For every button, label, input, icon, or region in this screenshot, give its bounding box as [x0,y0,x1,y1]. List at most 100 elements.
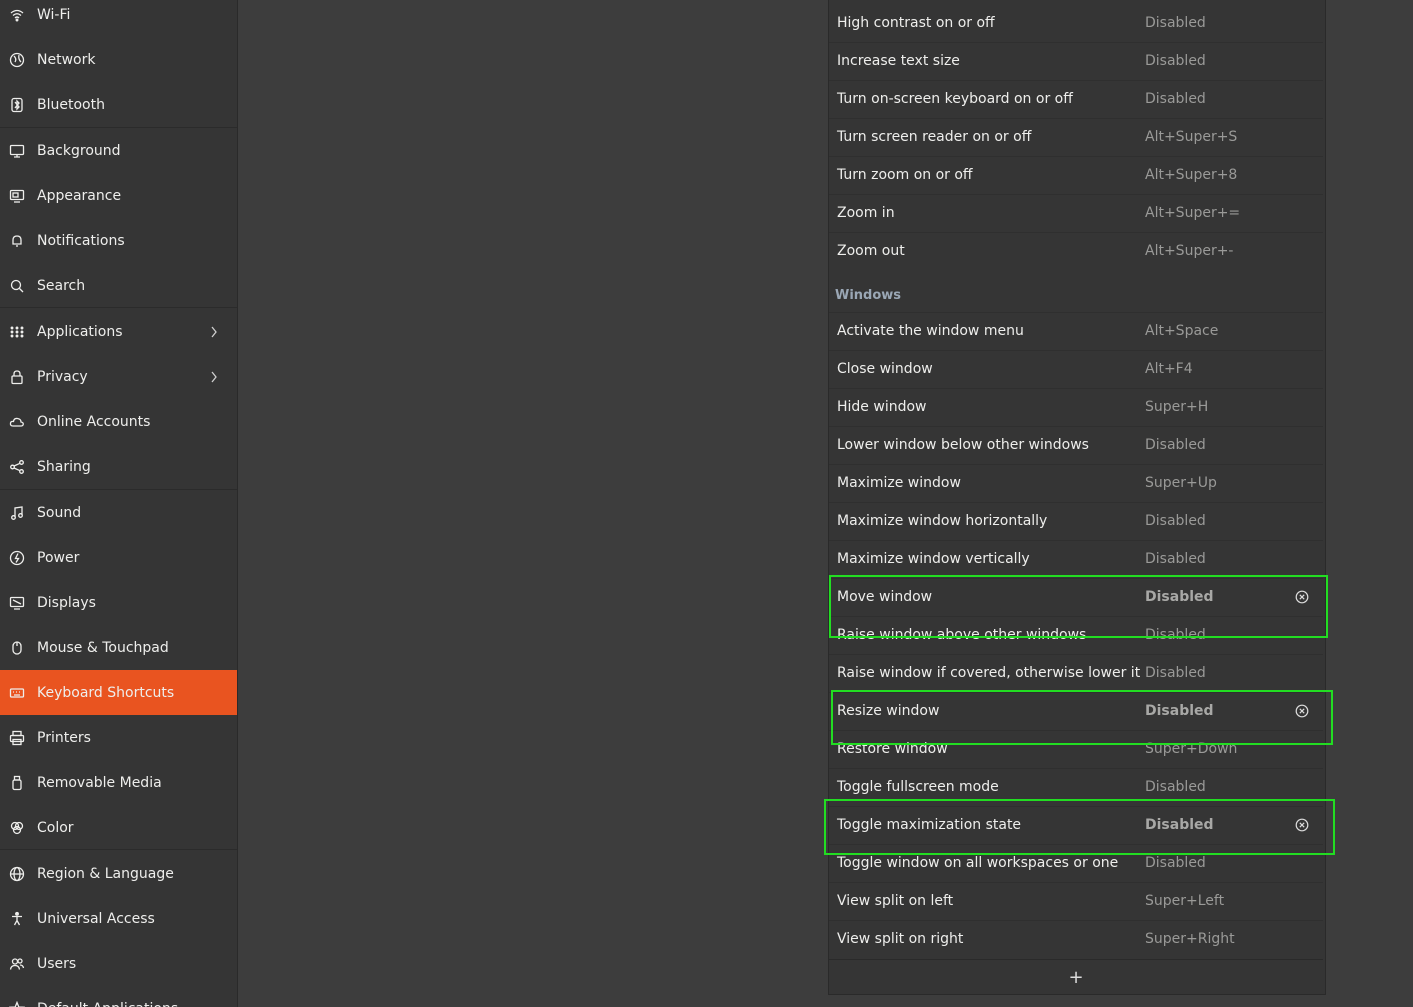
power-icon [8,549,26,567]
sidebar-item-background[interactable]: Background [0,128,237,173]
shortcut-row[interactable]: View split on left Super+Left [828,882,1324,920]
row-separator [829,232,1323,233]
sidebar-item-label: Network [37,51,96,68]
shortcut-accelerator: Alt+Space [1145,323,1219,339]
shortcut-name: View split on left [837,893,954,909]
shortcut-accelerator: Alt+Super+8 [1145,167,1238,183]
shortcut-row[interactable]: Move window Disabled [828,578,1324,616]
row-separator [829,118,1323,119]
sidebar-item-appearance[interactable]: Appearance [0,173,237,218]
row-separator [829,920,1323,921]
shortcut-row[interactable]: Hide window Super+H [828,388,1324,426]
row-separator [829,426,1323,427]
globe-icon [8,865,26,883]
shortcut-name: Move window [837,589,933,605]
sidebar-item-search[interactable]: Search [0,263,237,308]
row-separator [829,42,1323,43]
sidebar-item-network[interactable]: Network [0,37,237,82]
shortcut-name: Close window [837,361,933,377]
sidebar-item-label: Mouse & Touchpad [37,639,169,656]
row-separator [829,692,1323,693]
sidebar-item-label: Search [37,277,86,294]
sidebar-item-label: Universal Access [37,910,155,927]
sidebar-item-label: Wi-Fi [37,6,71,23]
shortcut-row[interactable]: High contrast on or off Disabled [828,4,1324,42]
shortcut-row[interactable]: Toggle fullscreen mode Disabled [828,768,1324,806]
chevron-right-icon [209,369,221,385]
sidebar-item-printers[interactable]: Printers [0,715,237,760]
shortcut-row[interactable]: Maximize window Super+Up [828,464,1324,502]
shortcut-row[interactable]: Toggle maximization state Disabled [828,806,1324,844]
sidebar-item-power[interactable]: Power [0,535,237,580]
sidebar-item-sharing[interactable]: Sharing [0,444,237,489]
sidebar-item-sound[interactable]: Sound [0,490,237,535]
sidebar-item-notifications[interactable]: Notifications [0,218,237,263]
shortcut-name: Zoom out [837,243,905,259]
row-separator [829,730,1323,731]
row-separator [829,312,1323,313]
row-separator [829,388,1323,389]
sidebar-item-displays[interactable]: Displays [0,580,237,625]
shortcut-row[interactable]: Close window Alt+F4 [828,350,1324,388]
sidebar-item-removable-media[interactable]: Removable Media [0,760,237,805]
sidebar-item-bluetooth[interactable]: Bluetooth [0,82,237,127]
shortcut-row[interactable]: View split on right Super+Right [828,920,1324,958]
shortcut-row[interactable]: Activate the window menu Alt+Space [828,312,1324,350]
shortcut-row[interactable]: Turn screen reader on or off Alt+Super+S [828,118,1324,156]
shortcut-accelerator: Disabled [1145,53,1206,69]
shortcut-accelerator: Disabled [1145,513,1206,529]
shortcut-accelerator: Disabled [1145,779,1206,795]
shortcut-accelerator: Disabled [1145,665,1206,681]
shortcut-name: High contrast on or off [837,15,995,31]
shortcut-name: Maximize window [837,475,961,491]
sidebar-item-default-applications[interactable]: Default Applications [0,986,237,1007]
shortcut-row[interactable]: Turn zoom on or off Alt+Super+8 [828,156,1324,194]
sidebar-item-keyboard-shortcuts[interactable]: Keyboard Shortcuts [0,670,237,715]
reset-shortcut-icon[interactable] [1295,818,1309,832]
shortcut-name: Turn on-screen keyboard on or off [837,91,1073,107]
shortcut-name: Maximize window horizontally [837,513,1048,529]
sidebar-item-users[interactable]: Users [0,941,237,986]
row-separator [829,156,1323,157]
shortcut-name: Increase text size [837,53,960,69]
sidebar-item-label: Applications [37,323,123,340]
section-title-windows: Windows [835,288,902,303]
shortcut-row[interactable]: Lower window below other windows Disabled [828,426,1324,464]
row-separator [829,768,1323,769]
shortcut-row[interactable]: Restore window Super+Down [828,730,1324,768]
sidebar-item-label: Privacy [37,368,88,385]
shortcut-accelerator: Disabled [1145,91,1206,107]
sidebar-item-applications[interactable]: Applications [0,309,237,354]
shortcut-accelerator: Disabled [1145,15,1206,31]
shortcut-accelerator: Alt+Super+= [1145,205,1241,221]
sidebar-item-label: Sound [37,504,82,521]
sidebar-item-label: Background [37,142,121,159]
shortcut-row[interactable]: Maximize window horizontally Disabled [828,502,1324,540]
shortcut-row[interactable]: Resize window Disabled [828,692,1324,730]
row-separator [829,502,1323,503]
shortcut-row[interactable]: Zoom in Alt+Super+= [828,194,1324,232]
sidebar-item-universal-access[interactable]: Universal Access [0,896,237,941]
shortcut-row[interactable]: Toggle window on all workspaces or one Di… [828,844,1324,882]
shortcut-row[interactable]: Increase text size Disabled [828,42,1324,80]
reset-shortcut-icon[interactable] [1295,704,1309,718]
sidebar-item-color[interactable]: Color [0,805,237,850]
sidebar-item-mouse-touchpad[interactable]: Mouse & Touchpad [0,625,237,670]
sidebar-item-wi-fi[interactable]: Wi-Fi [0,0,237,37]
sidebar-item-online-accounts[interactable]: Online Accounts [0,399,237,444]
shortcut-row[interactable]: Raise window above other windows Disabled [828,616,1324,654]
shortcut-name: Raise window above other windows [837,627,1087,643]
apps-grid-icon [8,323,26,341]
shortcut-row[interactable]: Zoom out Alt+Super+- [828,232,1324,270]
shortcut-row[interactable]: Turn on-screen keyboard on or off Disable… [828,80,1324,118]
shortcut-row[interactable]: Maximize window vertically Disabled [828,540,1324,578]
sidebar-item-region-language[interactable]: Region & Language [0,851,237,896]
sidebar-item-privacy[interactable]: Privacy [0,354,237,399]
sidebar-item-label: Color [37,819,74,836]
add-shortcut-button[interactable]: + [829,959,1323,994]
reset-shortcut-icon[interactable] [1295,590,1309,604]
shortcut-accelerator: Super+Left [1145,893,1225,909]
chevron-right-icon [209,324,221,340]
shortcut-row[interactable]: Raise window if covered, otherwise lower… [828,654,1324,692]
shortcut-name: Resize window [837,703,940,719]
